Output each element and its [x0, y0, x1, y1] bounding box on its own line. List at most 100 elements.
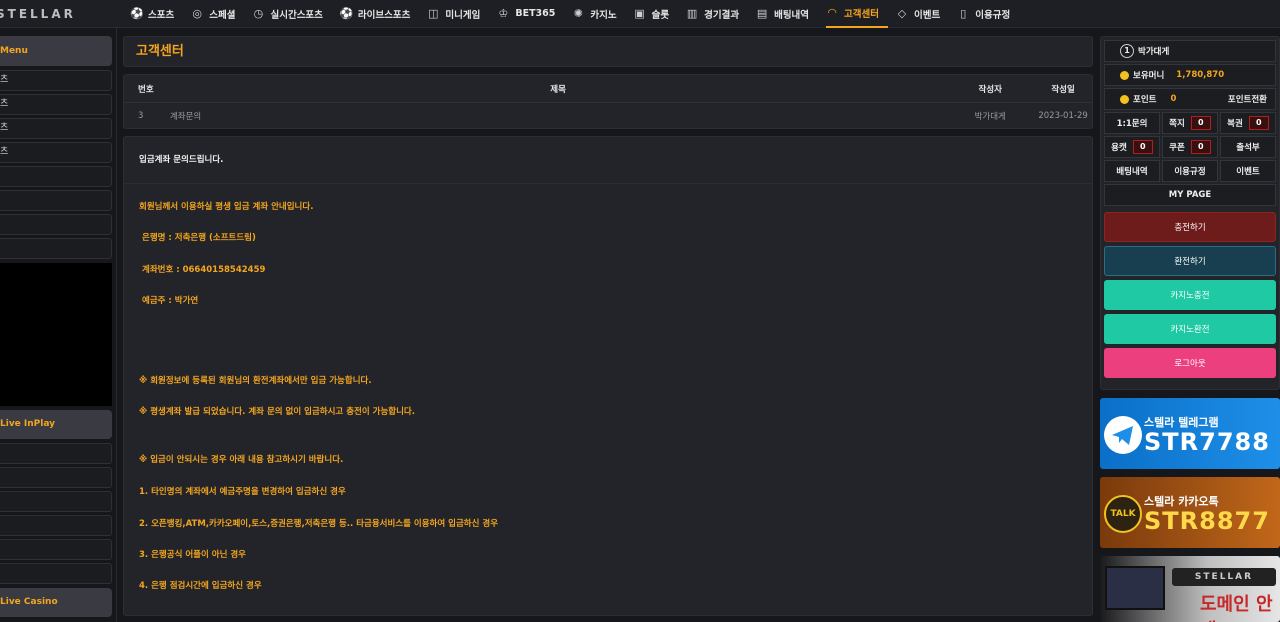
event-button[interactable]: 이벤트: [1220, 160, 1276, 182]
nav-item-9[interactable]: ▤ 배팅내역: [756, 0, 818, 28]
sidebar-list-item[interactable]: [0, 491, 112, 512]
trophy-icon: ♔: [498, 6, 509, 20]
point-convert-button[interactable]: 포인트전환: [1228, 93, 1267, 105]
lotto-label: 복권: [1227, 119, 1243, 129]
sidebar-divider: [116, 28, 117, 622]
sidebar-list-item[interactable]: [0, 515, 112, 536]
nav-item-4[interactable]: ◫ 미니게임: [427, 0, 489, 28]
header-author: 작성자: [978, 84, 1002, 95]
nav-item-2[interactable]: ◷ 실시간스포츠: [252, 0, 331, 28]
nav-item-label: 스포츠: [148, 9, 175, 21]
cards-icon: ▣: [634, 6, 645, 20]
table-row[interactable]: 3 계좌문의 박가대게 2023-01-29: [124, 103, 1092, 128]
row-subject[interactable]: 계좌문의: [170, 110, 946, 122]
nav-item-label: 슬롯: [651, 9, 670, 21]
live-inplay-header[interactable]: Live InPlay: [0, 410, 112, 439]
sidebar-list-item[interactable]: [0, 190, 112, 211]
answer-line: 4. 은행 점검시간에 입금하신 경우: [139, 581, 262, 591]
nav-item-label: 경기결과: [704, 9, 740, 21]
kakao-banner[interactable]: TALK 스텔라 카카오톡 STR8877: [1100, 477, 1280, 548]
logout-button[interactable]: 로그아웃: [1104, 348, 1276, 378]
sidebar-list-item[interactable]: [0, 166, 112, 187]
bar-chart-icon: ▥: [686, 6, 698, 20]
sidebar-list-item[interactable]: 츠: [0, 94, 112, 115]
logo[interactable]: STELLAR: [0, 7, 118, 21]
page-title: 고객센터: [123, 36, 1093, 67]
nav-item-3[interactable]: ⚽ 라이브스포츠: [340, 0, 419, 28]
sidebar-list-item[interactable]: [0, 539, 112, 560]
answer-line: 계좌번호 : 06640158542459: [142, 265, 266, 275]
domain-banner[interactable]: STELLAR 도메인 안내: [1100, 556, 1280, 622]
domain-logo: STELLAR: [1172, 568, 1276, 586]
nav-item-0[interactable]: ⚽ 스포츠: [130, 0, 183, 28]
casino-withdraw-button[interactable]: 카지노환전: [1104, 314, 1276, 344]
mypage-label: MY PAGE: [1168, 190, 1212, 200]
answer-line: 3. 은행공식 어플이 아닌 경우: [139, 550, 247, 560]
header-no: 번호: [138, 84, 154, 95]
header-subject: 제목: [550, 84, 566, 95]
casino-deposit-button[interactable]: 카지노충전: [1104, 280, 1276, 310]
coupon-button[interactable]: 쿠폰 0: [1162, 136, 1218, 158]
sidebar-list-item[interactable]: 츠: [0, 70, 112, 91]
inquiry-button[interactable]: 1:1문의: [1104, 112, 1160, 134]
telegram-banner[interactable]: 스텔라 텔레그램 STR7788: [1100, 398, 1280, 469]
nav-item-1[interactable]: ◎ 스페셜: [191, 0, 244, 28]
sidebar-list-item[interactable]: [0, 238, 112, 259]
domain-text: 도메인 안내: [1200, 594, 1273, 622]
tennis-ball-icon: ◎: [192, 6, 203, 20]
attendance-label: 출석부: [1236, 143, 1260, 153]
nav-item-label: 스페셜: [209, 9, 236, 21]
nav-item-label: 미니게임: [445, 9, 481, 21]
sidebar-list-item[interactable]: [0, 563, 112, 584]
table-header: 번호 제목 작성자 작성일: [124, 75, 1092, 103]
row-date: 2023-01-29: [1038, 110, 1088, 121]
nav-item-5[interactable]: ♔ BET365: [497, 0, 564, 28]
nav-item-label: 이용규정: [975, 9, 1011, 21]
sidebar-list-item[interactable]: [0, 214, 112, 235]
nav-item-11[interactable]: ◇ 이벤트: [896, 0, 949, 28]
answer-line: 예금주 : 박가연: [142, 296, 199, 306]
live-video-area: [0, 263, 112, 406]
receipt-icon: ▤: [756, 6, 768, 20]
diamond-icon: ◇: [897, 6, 907, 20]
nav-item-10[interactable]: ◠ 고객센터: [826, 0, 889, 28]
nav-item-label: 실시간스포츠: [270, 9, 323, 21]
attendance-button[interactable]: 출석부: [1220, 136, 1276, 158]
withdraw-button[interactable]: 환전하기: [1104, 246, 1276, 276]
recommend-button[interactable]: 용캣 0: [1104, 136, 1160, 158]
left-menu-header[interactable]: Menu: [0, 36, 112, 66]
lotto-button[interactable]: 복권 0: [1220, 112, 1276, 134]
rules-button[interactable]: 이용규정: [1162, 160, 1218, 182]
point-row: 포인트 0 포인트전환: [1104, 88, 1276, 110]
point-value: 0: [1170, 94, 1177, 104]
left-sidebar: Menu 츠츠츠츠 Live InPlay Live Casino: [0, 36, 112, 622]
row-no: 3: [138, 110, 144, 121]
money-value: 1,780,870: [1176, 70, 1225, 80]
mypage-button[interactable]: MY PAGE: [1104, 184, 1276, 206]
nav-item-6[interactable]: ✺ 카지노: [572, 0, 625, 28]
answer-body: 회원님께서 이용하실 평생 입금 계좌 안내입니다. 은행명 : 저축은행 (소프…: [124, 184, 1092, 604]
point-label: 포인트: [1133, 95, 1157, 105]
sidebar-list-item[interactable]: 츠: [0, 118, 112, 139]
money-row: 보유머니 1,780,870: [1104, 64, 1276, 86]
soccer-ball-icon: ⚽: [130, 6, 144, 20]
question-text: 입금계좌 문의드립니다.: [124, 137, 1092, 184]
live-casino-header[interactable]: Live Casino: [0, 588, 112, 617]
nav-item-12[interactable]: ▯ 이용규정: [957, 0, 1019, 28]
answer-line: 1. 타인명의 계좌에서 예금주명을 변경하여 입금하신 경우: [139, 487, 346, 497]
sidebar-list-item[interactable]: [0, 467, 112, 488]
monitor-image: [1105, 566, 1165, 610]
kakao-id: STR8877: [1144, 507, 1270, 535]
nav-item-7[interactable]: ▣ 슬롯: [634, 0, 678, 28]
bet-history-button[interactable]: 배팅내역: [1104, 160, 1160, 182]
coupon-count-badge: 0: [1190, 140, 1211, 154]
answer-line: ※ 평생계좌 발급 되었습니다. 계좌 문의 없이 입금하시고 충전이 가능합니…: [139, 407, 415, 417]
nav-item-8[interactable]: ▥ 경기결과: [686, 0, 748, 28]
note-button[interactable]: 쪽지 0: [1162, 112, 1218, 134]
sidebar-list-item[interactable]: [0, 443, 112, 464]
deposit-button[interactable]: 충전하기: [1104, 212, 1276, 242]
user-level-icon: 1: [1120, 44, 1134, 58]
username: 박가대게: [1138, 47, 1170, 57]
sidebar-list-item[interactable]: 츠: [0, 142, 112, 163]
money-label: 보유머니: [1133, 71, 1165, 81]
